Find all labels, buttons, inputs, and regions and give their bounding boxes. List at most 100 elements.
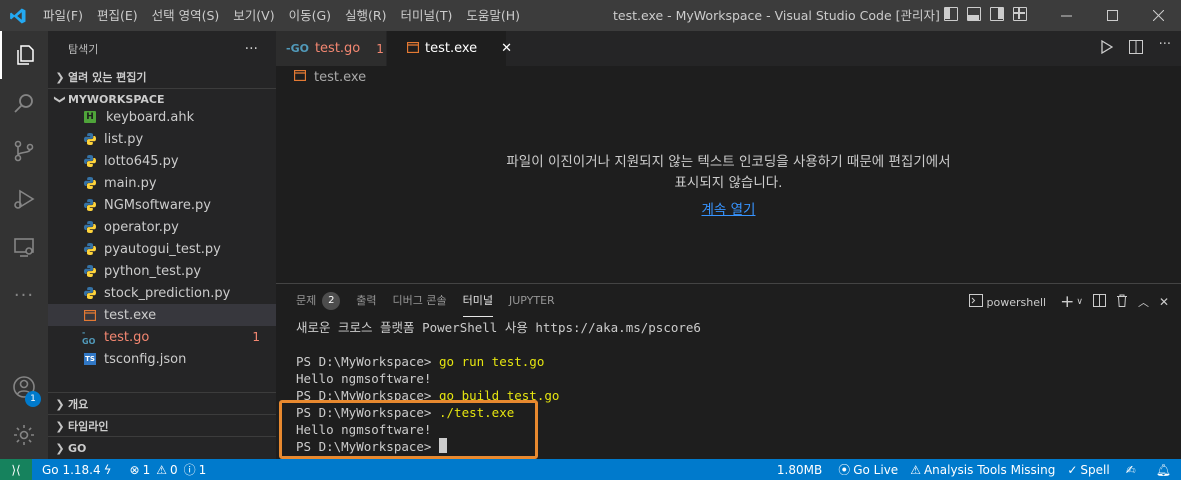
go-version[interactable]: Go 1.18.4 ϟ: [36, 463, 118, 477]
python-file-icon: [82, 131, 98, 147]
more-icon[interactable]: ···: [0, 271, 48, 319]
python-file-icon: [82, 219, 98, 235]
file-item[interactable]: test.exe: [48, 304, 276, 326]
file-item[interactable]: operator.py: [48, 216, 276, 238]
go-version-label: Go 1.18.4: [42, 462, 101, 477]
close-window-icon[interactable]: [1135, 0, 1181, 31]
run-icon[interactable]: [1100, 39, 1113, 58]
accounts-icon[interactable]: 1: [0, 363, 48, 411]
toggle-sidebar-icon[interactable]: [944, 7, 958, 21]
file-name: operator.py: [104, 219, 179, 235]
exe-file-icon: [82, 307, 98, 323]
maximize-panel-icon[interactable]: ︿: [1138, 294, 1149, 310]
menu-item[interactable]: 편집(E): [90, 0, 145, 31]
analysis-label: Analysis Tools Missing: [923, 462, 1056, 477]
problems-indicator[interactable]: ⊗ 1 ⚠ 0 ⓘ 1: [124, 461, 213, 478]
tab-label: test.go: [314, 41, 361, 56]
spell-button[interactable]: ✓ Spell: [1061, 463, 1115, 477]
tab-error-count: 1: [376, 41, 384, 56]
tab-output[interactable]: 출력: [356, 284, 376, 317]
file-item[interactable]: -GO test.go 1: [48, 326, 276, 348]
toggle-panel-icon[interactable]: [967, 7, 981, 21]
go-live-button[interactable]: ⦿ Go Live: [832, 461, 904, 478]
tab-label: 출력: [356, 294, 377, 307]
timeline-section[interactable]: ❯ 타임라인: [48, 414, 276, 437]
file-item[interactable]: NGMsoftware.py: [48, 194, 276, 216]
remote-explorer-icon[interactable]: [0, 223, 48, 271]
sidebar-more-icon[interactable]: ···: [245, 41, 258, 57]
settings-gear-icon[interactable]: [0, 411, 48, 459]
breadcrumb-file[interactable]: test.exe: [314, 70, 366, 85]
close-tab-icon[interactable]: ✕: [501, 41, 512, 56]
more-actions-icon[interactable]: ···: [1159, 37, 1171, 58]
menu-item[interactable]: 이동(G): [282, 0, 338, 31]
customize-layout-icon[interactable]: [1013, 7, 1027, 21]
menu-bar: 파일(F) 편집(E) 선택 영역(S) 보기(V) 이동(G) 실행(R) 터미널(T) 도…: [36, 0, 527, 31]
notifications-bell-icon[interactable]: 🔔︎: [1146, 463, 1181, 477]
close-panel-icon[interactable]: ✕: [1159, 295, 1169, 309]
tab-test-go[interactable]: -GO test.go 1: [276, 31, 387, 66]
file-name: stock_prediction.py: [104, 285, 231, 301]
tab-problems[interactable]: 문제 2: [296, 284, 341, 317]
python-file-icon: [82, 241, 98, 257]
sidebar-title: 탐색기: [68, 42, 99, 56]
go-file-icon: -GO: [286, 42, 309, 55]
menu-item[interactable]: 도움말(H): [459, 0, 527, 31]
feedback-icon[interactable]: ✍: [1116, 463, 1146, 477]
status-right: 1.80MB ⦿ Go Live ⚠ Analysis Tools Missing …: [771, 459, 1181, 480]
toggle-secondary-sidebar-icon[interactable]: [990, 7, 1004, 21]
chevron-down-icon[interactable]: ∨: [1076, 297, 1083, 307]
activity-bar: ··· 1: [0, 31, 48, 459]
file-name: list.py: [104, 131, 144, 147]
explorer-icon[interactable]: [0, 31, 48, 79]
menu-item[interactable]: 보기(V): [226, 0, 281, 31]
open-editors-section[interactable]: ❯ 열려 있는 편집기: [48, 66, 276, 88]
file-name: main.py: [104, 175, 157, 191]
tab-terminal[interactable]: 터미널: [462, 284, 493, 317]
outline-label: 개요: [68, 398, 89, 411]
tab-jupyter[interactable]: JUPYTER: [509, 284, 555, 317]
split-terminal-icon[interactable]: [1092, 294, 1106, 310]
file-item[interactable]: list.py: [48, 128, 276, 150]
menu-item[interactable]: 터미널(T): [394, 0, 460, 31]
open-anyway-link[interactable]: 계속 열기: [276, 198, 1181, 218]
kill-terminal-icon[interactable]: [1116, 294, 1128, 310]
new-terminal-icon[interactable]: +: [1060, 292, 1074, 312]
tab-debug-console[interactable]: 디버그 콘솔: [393, 284, 447, 317]
file-item[interactable]: main.py: [48, 172, 276, 194]
outline-section[interactable]: ❯ 개요: [48, 392, 276, 415]
file-name: test.go: [104, 329, 150, 345]
exe-file-icon: [293, 69, 307, 85]
memory-usage[interactable]: 1.80MB: [771, 463, 828, 477]
file-item[interactable]: Hkeyboard.ahk: [48, 106, 276, 128]
python-file-icon: [82, 175, 98, 191]
search-icon[interactable]: [0, 79, 48, 127]
minimize-icon[interactable]: [1043, 0, 1089, 31]
json-file-icon: TS: [84, 353, 96, 365]
file-item[interactable]: stock_prediction.py: [48, 282, 276, 304]
go-section[interactable]: ❯ GO: [48, 436, 276, 459]
breadcrumb: test.exe: [276, 66, 1181, 88]
file-item[interactable]: pyautogui_test.py: [48, 238, 276, 260]
file-item[interactable]: TS tsconfig.json: [48, 348, 276, 370]
window-controls: [1043, 0, 1181, 31]
shell-name[interactable]: powershell: [987, 296, 1047, 309]
vscode-logo-icon: [0, 0, 36, 31]
split-editor-icon[interactable]: [1128, 40, 1143, 58]
file-item[interactable]: lotto645.py: [48, 150, 276, 172]
file-item[interactable]: python_test.py: [48, 260, 276, 282]
analysis-tools-button[interactable]: ⚠ Analysis Tools Missing: [904, 463, 1061, 477]
run-debug-icon[interactable]: [0, 175, 48, 223]
tab-test-exe[interactable]: test.exe ✕: [387, 31, 512, 66]
menu-item[interactable]: 선택 영역(S): [145, 0, 227, 31]
error-icon: ⊗: [129, 462, 140, 477]
source-control-icon[interactable]: [0, 127, 48, 175]
maximize-icon[interactable]: [1089, 0, 1135, 31]
remote-indicator-icon[interactable]: ⟩⟨: [0, 459, 32, 480]
menu-item[interactable]: 파일(F): [36, 0, 90, 31]
panel-actions: powershell + ∨ ︿ ✕: [968, 292, 1169, 312]
accounts-badge: 1: [25, 391, 41, 407]
menu-item[interactable]: 실행(R): [338, 0, 393, 31]
python-file-icon: [82, 263, 98, 279]
